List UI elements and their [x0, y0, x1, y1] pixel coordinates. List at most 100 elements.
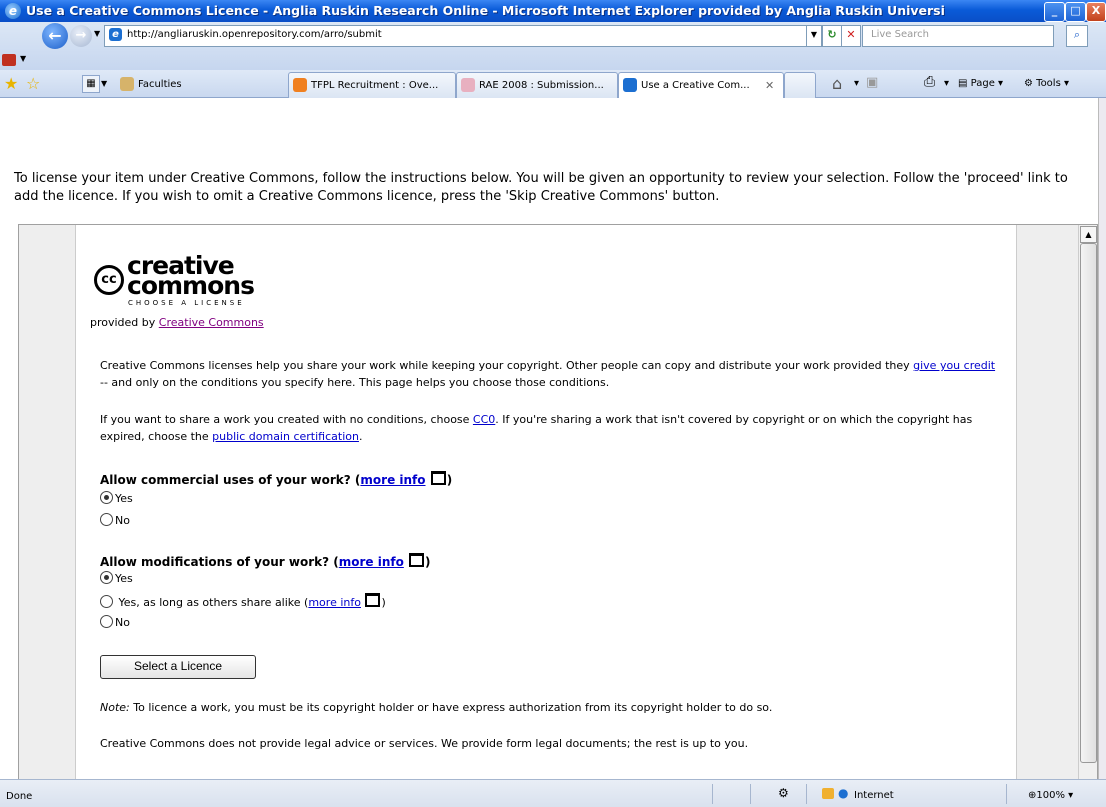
feed-toolbar-icon[interactable]	[2, 54, 16, 66]
tab-rae-2008[interactable]: RAE 2008 : Submission...	[456, 72, 618, 98]
q1-end: )	[446, 473, 453, 487]
commercial-yes-option[interactable]: Yes	[100, 491, 133, 505]
status-text: Done	[6, 791, 33, 802]
toolbar-dropdown-icon[interactable]: ▼	[20, 54, 26, 63]
intro-text: To license your item under Creative Comm…	[14, 171, 1068, 204]
note-text: To licence a work, you must be its copyr…	[129, 701, 773, 714]
security-zone: Internet	[854, 790, 894, 801]
protected-mode-icon	[822, 788, 834, 799]
privacy-icon[interactable]: ⚙	[778, 786, 789, 800]
modifications-more-info-link[interactable]: more info	[339, 555, 404, 569]
favorites-link-faculties[interactable]: Faculties	[116, 72, 288, 97]
modifications-yes-label: Yes	[115, 572, 133, 585]
modifications-no-label: No	[115, 616, 130, 629]
search-icon[interactable]: ⌕	[1066, 25, 1088, 47]
note-label: Note:	[100, 701, 130, 714]
history-dropdown-icon[interactable]: ▼	[94, 29, 100, 38]
inner-scrollbar[interactable]: ▲	[1078, 225, 1097, 781]
faculties-label: Faculties	[138, 79, 182, 90]
tools-menu[interactable]: ⚙ Tools ▾	[1024, 78, 1069, 89]
cc0-paragraph: If you want to share a work you created …	[100, 411, 1000, 445]
modifications-no-option[interactable]: No	[100, 615, 130, 629]
gear-icon: ⚙	[1024, 78, 1037, 89]
status-divider	[750, 784, 751, 804]
minimize-button[interactable]: _	[1044, 2, 1065, 22]
para1-text-b: -- and only on the conditions you specif…	[100, 376, 610, 389]
status-divider	[1006, 784, 1007, 804]
commercial-no-radio[interactable]	[100, 513, 113, 526]
modifications-question: Allow modifications of your work? (more …	[100, 553, 431, 569]
commercial-no-label: No	[115, 514, 130, 527]
modifications-share-alike-radio[interactable]	[100, 595, 113, 608]
share-alike-more-info-link[interactable]: more info	[308, 596, 361, 609]
close-button[interactable]: X	[1086, 2, 1106, 22]
restore-button[interactable]: □	[1065, 2, 1086, 22]
tab-favicon-icon	[293, 78, 307, 92]
back-button[interactable]: ←	[42, 23, 68, 49]
modifications-no-radio[interactable]	[100, 615, 113, 628]
creative-commons-logo: cc creative commons CHOOSE A LICENSE	[94, 253, 284, 313]
tab-tfpl-recruitment[interactable]: TFPL Recruitment : Ove...	[288, 72, 456, 98]
home-icon[interactable]: ⌂	[832, 74, 842, 93]
logo-tagline: CHOOSE A LICENSE	[128, 299, 245, 307]
home-dropdown-icon[interactable]: ▾	[854, 78, 859, 89]
commercial-yes-label: Yes	[115, 492, 133, 505]
provided-by: provided by Creative Commons	[90, 314, 990, 331]
commercial-yes-radio[interactable]	[100, 491, 113, 504]
page-scrollbar[interactable]	[1098, 98, 1106, 779]
stop-icon[interactable]: ✕	[841, 25, 861, 47]
page-label: Page	[970, 78, 995, 89]
window-title: Use a Creative Commons Licence - Anglia …	[26, 3, 945, 18]
tab-list-dropdown-icon[interactable]: ▼	[101, 79, 107, 88]
feeds-icon[interactable]: ▣	[866, 75, 878, 90]
address-toolbar: ← → ▼ e http://angliaruskin.openreposito…	[0, 22, 1106, 70]
address-url: http://angliaruskin.openrepository.com/a…	[127, 29, 382, 40]
globe-icon: ●	[838, 786, 849, 800]
zoom-control[interactable]: ⊕100% ▾	[1028, 790, 1073, 801]
print-icon[interactable]: ⎙	[924, 74, 935, 90]
ie-logo-icon: e	[5, 3, 21, 19]
address-dropdown-icon[interactable]: ▼	[806, 25, 822, 47]
q1-text: Allow commercial uses of your work? (	[100, 473, 361, 487]
share-alike-end: )	[381, 596, 386, 609]
select-licence-button[interactable]: Select a Licence	[100, 655, 256, 679]
tab-label: RAE 2008 : Submission...	[479, 80, 604, 91]
refresh-icon[interactable]: ↻	[822, 25, 842, 47]
favorites-center-icon[interactable]: ★	[4, 74, 18, 93]
creative-commons-link[interactable]: Creative Commons	[159, 316, 264, 329]
note-paragraph: Note: To licence a work, you must be its…	[100, 699, 1000, 716]
new-tab-button[interactable]	[784, 72, 816, 98]
tab-label: TFPL Recruitment : Ove...	[311, 80, 439, 91]
modifications-share-alike-option[interactable]: Yes, as long as others share alike (more…	[100, 593, 386, 609]
address-field[interactable]: e http://angliaruskin.openrepository.com…	[104, 25, 816, 47]
forward-button[interactable]: →	[70, 25, 92, 47]
print-dropdown-icon[interactable]: ▾	[944, 78, 949, 89]
cc-license-chooser: cc creative commons CHOOSE A LICENSE pro…	[75, 225, 1017, 781]
scrollbar-thumb[interactable]	[1080, 243, 1097, 763]
modifications-yes-option[interactable]: Yes	[100, 571, 133, 585]
cc0-link[interactable]: CC0	[473, 413, 495, 426]
tab-use-creative-commons[interactable]: Use a Creative Com... ✕	[618, 72, 784, 98]
tab-favicon-icon	[461, 78, 475, 92]
commercial-question: Allow commercial uses of your work? (mor…	[100, 471, 452, 487]
page-menu[interactable]: ▤ Page ▾	[958, 78, 1003, 89]
give-you-credit-link[interactable]: give you credit	[913, 359, 995, 372]
public-domain-link[interactable]: public domain certification	[212, 430, 359, 443]
tab-toolbar: ★ ☆ ▦ ▼ Faculties TFPL Recruitment : Ove…	[0, 70, 1106, 98]
scroll-up-arrow-icon[interactable]: ▲	[1080, 226, 1097, 243]
intro-paragraph: Creative Commons licenses help you share…	[100, 357, 1000, 391]
modifications-yes-radio[interactable]	[100, 571, 113, 584]
search-placeholder: Live Search	[871, 29, 929, 40]
search-input[interactable]: Live Search	[862, 25, 1054, 47]
commercial-no-option[interactable]: No	[100, 513, 130, 527]
quick-tabs-icon[interactable]: ▦	[82, 75, 100, 93]
tools-label: Tools	[1036, 78, 1061, 89]
logo-commons: commons	[127, 271, 255, 300]
add-favorites-icon[interactable]: ☆	[26, 74, 40, 93]
popup-window-icon	[365, 593, 381, 607]
tab-favicon-icon	[623, 78, 637, 92]
commercial-more-info-link[interactable]: more info	[360, 473, 425, 487]
zoom-level: 100%	[1036, 790, 1065, 801]
share-alike-label: Yes, as long as others share alike (	[118, 596, 309, 609]
close-tab-icon[interactable]: ✕	[765, 79, 774, 92]
